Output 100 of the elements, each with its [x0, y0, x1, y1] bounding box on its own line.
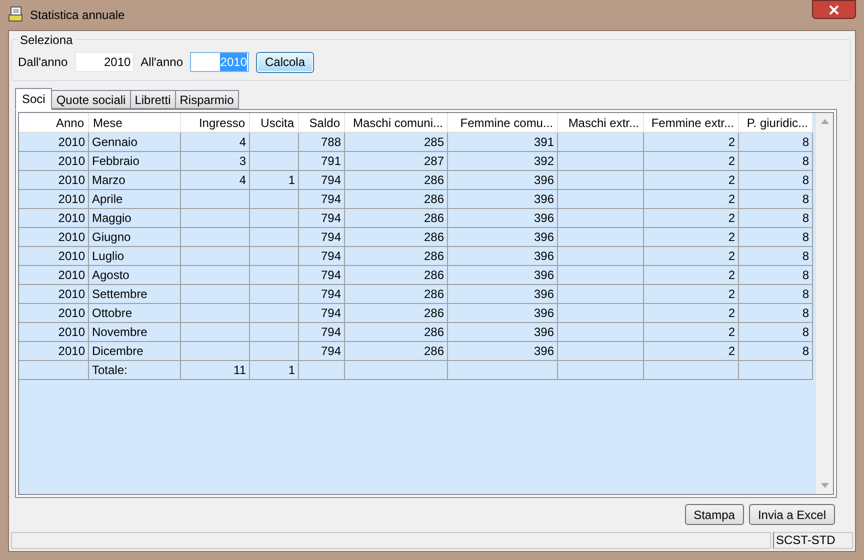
table-cell: 396: [448, 285, 558, 303]
tab[interactable]: Quote sociali: [51, 90, 131, 109]
table-cell: 286: [345, 190, 448, 208]
table-cell: 286: [345, 304, 448, 322]
table-cell: Maggio: [89, 209, 181, 227]
table-cell: Dicembre: [89, 342, 181, 360]
table-cell: 8: [739, 190, 813, 208]
table-cell: Ottobre: [89, 304, 181, 322]
table-cell: 788: [299, 133, 345, 151]
column-header[interactable]: Maschi extr...: [558, 113, 644, 132]
column-header[interactable]: Uscita: [250, 113, 299, 132]
table-cell: 2: [644, 133, 739, 151]
column-header[interactable]: Maschi comuni...: [345, 113, 448, 132]
table-cell: 2: [644, 228, 739, 246]
table-cell: 8: [739, 285, 813, 303]
table-cell: 2010: [19, 304, 89, 322]
table-cell: 2010: [19, 266, 89, 284]
calcola-button[interactable]: Calcola: [256, 52, 314, 72]
table-cell: Agosto: [89, 266, 181, 284]
table-cell: 8: [739, 304, 813, 322]
tab[interactable]: Risparmio: [174, 90, 239, 109]
table-cell: Gennaio: [89, 133, 181, 151]
table-cell: 2010: [19, 228, 89, 246]
column-header[interactable]: Femmine comu...: [448, 113, 558, 132]
table-cell: 2: [644, 266, 739, 284]
table-cell: 8: [739, 152, 813, 170]
table-cell: Febbraio: [89, 152, 181, 170]
table-cell: 2: [644, 247, 739, 265]
table-cell: 8: [739, 342, 813, 360]
table-cell: 1: [250, 171, 299, 189]
table-cell: 3: [181, 152, 250, 170]
table-cell: 8: [739, 228, 813, 246]
table-cell: Luglio: [89, 247, 181, 265]
table-cell: 4: [181, 133, 250, 151]
table-cell: 2010: [19, 152, 89, 170]
table-cell: 287: [345, 152, 448, 170]
table-cell: Settembre: [89, 285, 181, 303]
status-text: SCST-STD: [773, 532, 853, 549]
column-header[interactable]: Mese: [89, 113, 181, 132]
table-cell: 4: [181, 171, 250, 189]
table-cell: 286: [345, 228, 448, 246]
from-year-field[interactable]: 2010: [74, 52, 134, 72]
tab[interactable]: Soci: [15, 88, 52, 110]
table-cell: 794: [299, 323, 345, 341]
table-cell: 791: [299, 152, 345, 170]
table-cell: 8: [739, 247, 813, 265]
table-cell: 2010: [19, 247, 89, 265]
table-cell: 286: [345, 285, 448, 303]
table-cell: 8: [739, 209, 813, 227]
table-cell: 286: [345, 171, 448, 189]
table-cell: 2: [644, 209, 739, 227]
table-cell: 396: [448, 171, 558, 189]
close-button[interactable]: [812, 0, 856, 19]
table-cell: 391: [448, 133, 558, 151]
table-cell: 286: [345, 209, 448, 227]
table-cell: 396: [448, 342, 558, 360]
table-cell: 794: [299, 190, 345, 208]
action-button[interactable]: Invia a Excel: [748, 504, 835, 525]
table-cell: 794: [299, 304, 345, 322]
table-cell: 285: [345, 133, 448, 151]
tab[interactable]: Libretti: [130, 90, 176, 109]
column-header[interactable]: Anno: [19, 113, 89, 132]
table-cell: 2: [644, 190, 739, 208]
table-cell: 2010: [19, 323, 89, 341]
table-cell: 2010: [19, 190, 89, 208]
table-cell: 794: [299, 247, 345, 265]
table-cell: 396: [448, 190, 558, 208]
scrollbar[interactable]: [816, 113, 833, 494]
scroll-down-icon[interactable]: [820, 483, 828, 488]
close-icon: [829, 4, 839, 14]
table-cell: 8: [739, 266, 813, 284]
table-cell: 396: [448, 266, 558, 284]
table-cell: 396: [448, 304, 558, 322]
table-cell: 396: [448, 247, 558, 265]
table-cell: 2: [644, 285, 739, 303]
table-cell: 794: [299, 228, 345, 246]
table-cell: Giugno: [89, 228, 181, 246]
column-header[interactable]: Femmine extr...: [644, 113, 739, 132]
table-cell: 286: [345, 342, 448, 360]
table-cell: 794: [299, 285, 345, 303]
table-cell: Novembre: [89, 323, 181, 341]
table-cell: 794: [299, 342, 345, 360]
table-cell: 11: [181, 361, 250, 379]
table-cell: 794: [299, 171, 345, 189]
table-cell: 396: [448, 228, 558, 246]
column-header[interactable]: Saldo: [299, 113, 345, 132]
table-cell: Aprile: [89, 190, 181, 208]
document-icon: [8, 6, 24, 22]
table-cell: 2010: [19, 342, 89, 360]
table-cell: 2: [644, 323, 739, 341]
table-cell: 794: [299, 209, 345, 227]
column-header[interactable]: Ingresso: [181, 113, 250, 132]
table-cell: 1: [250, 361, 299, 379]
column-header[interactable]: P. giuridic...: [739, 113, 813, 132]
scroll-up-icon[interactable]: [820, 119, 828, 124]
table-cell: 794: [299, 266, 345, 284]
window-title: Statistica annuale: [30, 7, 125, 24]
table-cell: 2010: [19, 133, 89, 151]
action-button[interactable]: Stampa: [684, 504, 744, 525]
to-label: All'anno: [140, 54, 183, 71]
